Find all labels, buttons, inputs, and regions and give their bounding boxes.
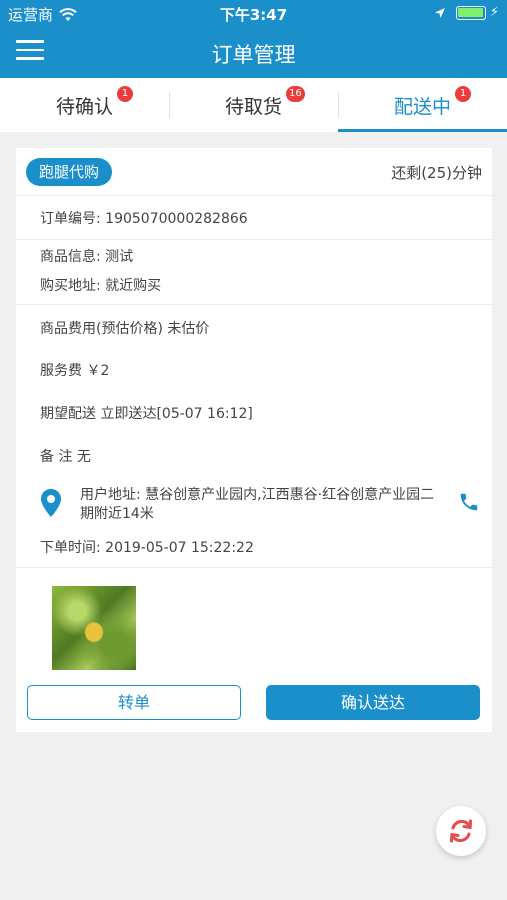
- order-card: 跑腿代购 还剩(25)分钟 订单编号: 1905070000282866 商品信…: [16, 148, 492, 732]
- refresh-button[interactable]: [436, 806, 486, 856]
- goods-cost: 商品费用(预估价格) 未估价: [40, 321, 210, 337]
- tab-badge: 16: [286, 85, 305, 102]
- order-note: 备 注 无: [40, 449, 91, 465]
- order-status-tabs: 待确认 1 待取货 16 配送中 1: [0, 78, 507, 132]
- divider: [16, 239, 492, 240]
- tab-pending-pickup[interactable]: 待取货 16: [169, 78, 338, 132]
- tab-label: 配送中: [393, 95, 451, 118]
- user-address: 用户地址: 慧谷创意产业园内,江西惠谷·红谷创意产业园二期附近14米: [80, 487, 435, 522]
- goods-info: 商品信息: 测试: [40, 249, 134, 265]
- tab-pending-confirm[interactable]: 待确认 1: [0, 78, 169, 132]
- transfer-order-button[interactable]: 转单: [27, 685, 241, 720]
- divider: [16, 304, 492, 305]
- battery-icon: [455, 5, 486, 20]
- tab-delivering[interactable]: 配送中 1: [338, 78, 507, 132]
- expected-delivery: 期望配送 立即送达[05-07 16:12]: [40, 406, 253, 422]
- status-bar: 运营商 下午3:47 ⚡: [0, 0, 507, 28]
- location-pin-icon: [41, 489, 61, 517]
- page-title: 订单管理: [211, 43, 296, 67]
- confirm-delivery-button[interactable]: 确认送达: [266, 685, 480, 720]
- phone-call-icon[interactable]: [458, 491, 480, 513]
- order-number: 订单编号: 1905070000282866: [40, 211, 248, 227]
- goods-photo[interactable]: [52, 586, 136, 670]
- order-time: 下单时间: 2019-05-07 15:22:22: [40, 540, 254, 556]
- order-type-badge: 跑腿代购: [26, 158, 113, 186]
- service-fee: 服务费 ￥2: [40, 363, 110, 379]
- tab-label: 待确认: [55, 95, 113, 118]
- nav-bar: 订单管理: [0, 28, 507, 78]
- purchase-address: 购买地址: 就近购买: [40, 278, 162, 294]
- divider: [16, 567, 492, 568]
- tab-label: 待取货: [224, 95, 282, 118]
- charging-icon: ⚡: [489, 5, 499, 20]
- order-card-header: 跑腿代购 还剩(25)分钟: [16, 148, 492, 196]
- status-time: 下午3:47: [219, 6, 288, 24]
- tab-badge: 1: [455, 85, 471, 102]
- tab-badge: 1: [117, 85, 133, 102]
- refresh-icon: [450, 819, 472, 843]
- location-arrow-icon: [434, 7, 445, 18]
- status-right: ⚡: [434, 5, 499, 20]
- remaining-time: 还剩(25)分钟: [391, 164, 482, 182]
